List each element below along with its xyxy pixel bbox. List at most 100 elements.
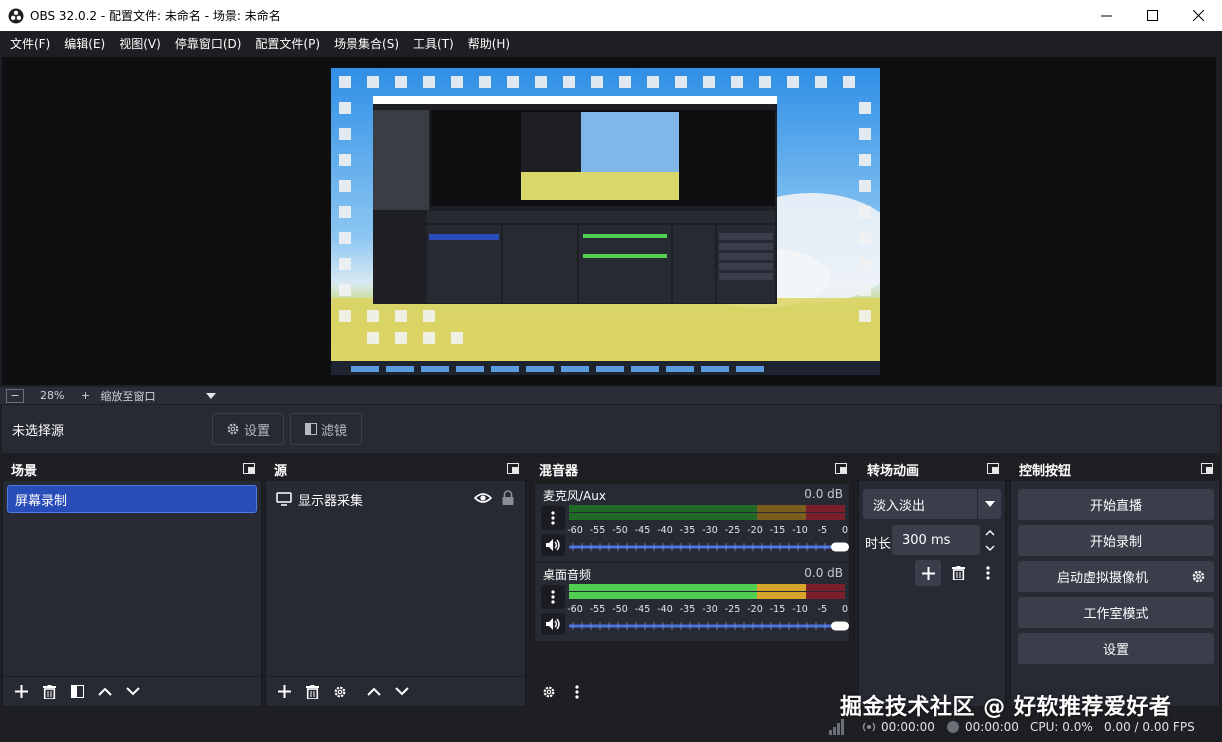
eye-icon[interactable] — [474, 492, 492, 504]
menu-docks[interactable]: 停靠窗口(D) — [168, 31, 249, 57]
meter-segment — [756, 513, 807, 520]
move-source-down-button[interactable] — [390, 680, 414, 704]
meter-tick-label: -55 — [589, 604, 606, 615]
add-transition-button[interactable] — [915, 560, 941, 586]
undock-icon[interactable] — [987, 463, 999, 474]
studio-mode-button[interactable]: 工作室模式 — [1018, 597, 1214, 628]
meter-tick-label: 0 — [841, 604, 849, 615]
meter-tick-label: -35 — [679, 525, 696, 536]
transition-dropdown[interactable] — [977, 489, 1001, 519]
advanced-audio-button[interactable] — [537, 680, 561, 704]
move-scene-up-button[interactable] — [93, 680, 117, 704]
close-icon — [1192, 10, 1204, 21]
mixer-menu-button[interactable] — [565, 680, 589, 704]
duration-increase-button[interactable] — [979, 525, 1001, 540]
meter-segment — [569, 505, 757, 512]
plus-icon — [14, 685, 28, 698]
remove-source-button[interactable] — [300, 680, 324, 704]
remove-transition-button[interactable] — [946, 560, 970, 586]
volume-handle[interactable] — [831, 621, 849, 631]
start-streaming-button[interactable]: 开始直播 — [1018, 489, 1214, 520]
lock-icon[interactable] — [502, 490, 514, 505]
record-time: 00:00:00 — [965, 720, 1019, 734]
volume-track[interactable] — [569, 624, 839, 628]
mute-button[interactable] — [541, 534, 565, 556]
menu-view[interactable]: 视图(V) — [112, 31, 168, 57]
meter-tick-label: -10 — [792, 525, 808, 536]
meter-tick-label: -45 — [634, 525, 651, 536]
add-source-button[interactable] — [272, 680, 296, 704]
minimize-button[interactable] — [1083, 0, 1129, 31]
start-virtual-camera-button[interactable]: 启动虚拟摄像机 — [1018, 561, 1187, 592]
meter-tick-label: -40 — [657, 525, 673, 536]
meter-tick-label: -40 — [657, 604, 673, 615]
duration-value: 300 ms — [902, 532, 951, 548]
start-recording-button[interactable]: 开始录制 — [1018, 525, 1214, 556]
context-bar: 未选择源 设置 滤镜 — [2, 405, 1220, 453]
duration-label: 时长 — [865, 537, 892, 552]
volume-track[interactable] — [569, 545, 839, 549]
mixer-channel-mic: 麦克风/Aux 0.0 dB -60 -55 -50 -45 -40 -35 -30 -25-… — [535, 484, 849, 562]
chevron-up-icon — [367, 687, 381, 696]
menu-profile[interactable]: 配置文件(P) — [248, 31, 327, 57]
monitor-icon — [276, 492, 292, 506]
undock-icon[interactable] — [243, 463, 255, 474]
network-signal-icon — [829, 719, 844, 735]
title-bar: OBS 32.0.2 - 配置文件: 未命名 - 场景: 未命名 — [0, 0, 1222, 31]
menu-tools[interactable]: 工具(T) — [406, 31, 461, 57]
mixer-footer — [531, 676, 853, 706]
remove-scene-button[interactable] — [37, 680, 61, 704]
maximize-button[interactable] — [1129, 0, 1175, 31]
filters-button[interactable]: 滤镜 — [290, 413, 362, 445]
virtual-camera-settings-button[interactable] — [1183, 561, 1214, 592]
record-icon — [947, 721, 959, 733]
stream-icon — [862, 722, 876, 732]
volume-handle[interactable] — [831, 542, 849, 552]
channel-menu-button[interactable] — [541, 506, 565, 530]
mixer-title: 混音器 — [539, 463, 579, 479]
menu-help[interactable]: 帮助(H) — [461, 31, 517, 57]
source-item[interactable]: 显示器采集 — [270, 485, 521, 513]
menu-scene-collection[interactable]: 场景集合(S) — [327, 31, 406, 57]
scene-item[interactable]: 屏幕录制 — [7, 485, 257, 513]
zoom-in-button[interactable]: + — [76, 389, 94, 403]
menu-edit[interactable]: 编辑(E) — [57, 31, 112, 57]
move-scene-down-button[interactable] — [121, 680, 145, 704]
transition-select[interactable]: 淡入淡出 — [863, 489, 1001, 519]
more-vertical-icon — [575, 684, 579, 699]
transition-selected: 淡入淡出 — [873, 498, 926, 514]
undock-icon[interactable] — [1201, 463, 1213, 474]
volume-slider[interactable] — [569, 621, 849, 631]
menu-file[interactable]: 文件(F) — [3, 31, 57, 57]
zoom-out-button[interactable]: − — [6, 388, 24, 403]
chevron-down-icon[interactable] — [206, 392, 217, 399]
meter-segment — [756, 505, 807, 512]
volume-slider[interactable] — [569, 542, 849, 552]
volume-meter — [569, 584, 845, 600]
mixer-dock-header: 混音器 — [531, 457, 853, 481]
settings-button[interactable]: 设置 — [1018, 633, 1214, 664]
source-properties-button[interactable]: 设置 — [212, 413, 284, 445]
scene-filters-button[interactable] — [65, 680, 89, 704]
preview-canvas[interactable] — [2, 57, 1216, 385]
channel-menu-button[interactable] — [541, 585, 565, 609]
transitions-dock-header: 转场动画 — [859, 457, 1005, 481]
undock-icon[interactable] — [835, 463, 847, 474]
zoom-mode-select[interactable]: 缩放至窗口 — [100, 388, 206, 404]
close-button[interactable] — [1175, 0, 1221, 31]
undock-icon[interactable] — [507, 463, 519, 474]
add-scene-button[interactable] — [9, 680, 33, 704]
mute-button[interactable] — [541, 613, 565, 635]
transition-properties-button[interactable] — [976, 560, 1000, 586]
duration-input[interactable]: 300 ms — [892, 525, 980, 555]
meter-segment — [569, 513, 757, 520]
meter-segment — [806, 584, 845, 591]
meter-tick-label: -60 — [567, 525, 583, 536]
sources-dock: 源 显示器采集 — [265, 456, 526, 707]
audio-mixer-dock: 混音器 麦克风/Aux 0.0 dB -60 -55 -50 -45 -40 -35 -30… — [530, 456, 854, 707]
meter-segment — [756, 592, 807, 599]
duration-decrease-button[interactable] — [979, 540, 1001, 555]
chevron-down-icon — [395, 687, 409, 696]
source-properties-button[interactable] — [328, 680, 352, 704]
move-source-up-button[interactable] — [362, 680, 386, 704]
